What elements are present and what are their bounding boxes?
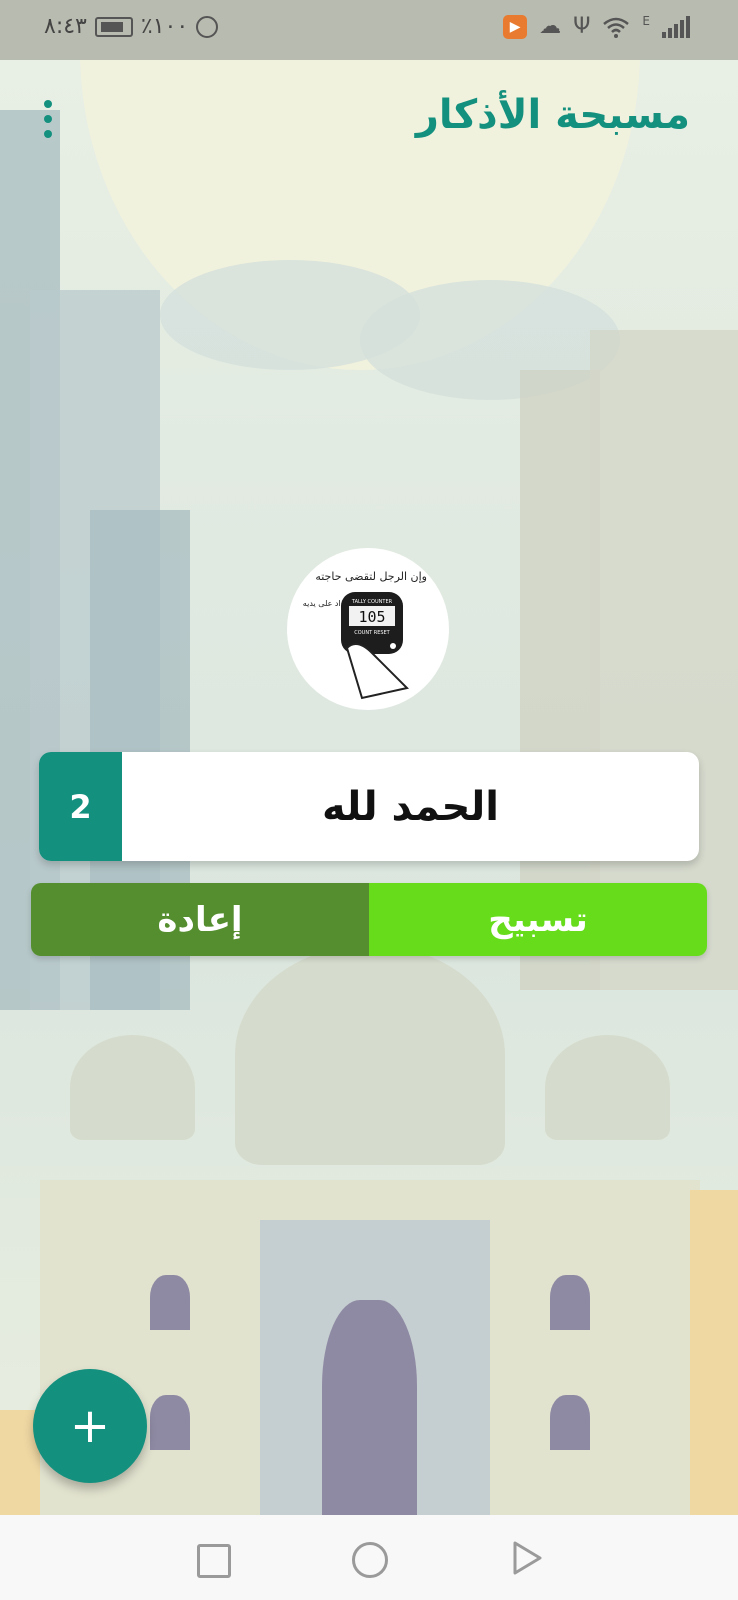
tally-counter-illustration: وإن الرجل لتقضى حاجته بكثرة تعداد على يد… — [303, 570, 427, 700]
system-nav-bar — [0, 1515, 738, 1600]
home-icon[interactable] — [352, 1542, 388, 1578]
background-mosque-dome — [70, 1035, 195, 1140]
plus-icon: + — [69, 1398, 111, 1454]
tasbih-button[interactable]: تسبيح — [369, 883, 707, 956]
cloud-icon: ☁ — [539, 14, 562, 39]
background-mosque-window — [550, 1395, 590, 1450]
reset-button[interactable]: إعادة — [31, 883, 369, 956]
background-mosque-window — [150, 1275, 190, 1330]
signal-icon — [662, 15, 690, 38]
battery-level: ٪١٠٠ — [140, 14, 189, 39]
counter-display-value: 105 — [358, 608, 385, 626]
app-title: مسبحة الأذكار — [415, 92, 690, 138]
background-mosque-dome — [545, 1035, 670, 1140]
alarm-icon — [196, 15, 219, 38]
counter-image-caption-line1: وإن الرجل لتقضى حاجته — [315, 570, 427, 583]
counter-image: وإن الرجل لتقضى حاجته بكثرة تعداد على يد… — [287, 548, 449, 710]
network-type: E — [642, 14, 650, 28]
dhikr-display: 2 الحمد لله — [39, 752, 699, 861]
battery-icon — [94, 16, 133, 37]
notification-app-icon: ▶ — [503, 14, 528, 39]
status-bar: ٨:٤٣ ٪١٠٠ ▶ ☁ Ψ E — [0, 0, 738, 60]
recent-apps-icon[interactable] — [197, 1544, 231, 1578]
usb-icon: Ψ — [573, 14, 591, 39]
dhikr-counter: 2 — [39, 752, 122, 861]
status-left: ٨:٤٣ ٪١٠٠ — [44, 14, 219, 39]
status-right: ▶ ☁ Ψ E — [503, 14, 690, 39]
wifi-icon — [603, 17, 630, 38]
status-time: ٨:٤٣ — [44, 14, 87, 39]
background-mosque-dome — [235, 945, 505, 1165]
action-buttons: إعادة تسبيح — [31, 883, 707, 956]
background-brick-wall — [690, 1190, 738, 1515]
back-icon[interactable] — [512, 1540, 544, 1576]
background-mosque-window — [150, 1395, 190, 1450]
counter-device-label-top: TALLY COUNTER — [351, 599, 393, 605]
background-mosque-door — [322, 1300, 417, 1515]
counter-device-label-bottom: COUNT RESET — [354, 630, 390, 636]
more-options-icon[interactable] — [40, 100, 56, 138]
add-dhikr-button[interactable]: + — [33, 1369, 147, 1483]
dhikr-text: الحمد لله — [322, 783, 500, 830]
background-mosque-window — [550, 1275, 590, 1330]
